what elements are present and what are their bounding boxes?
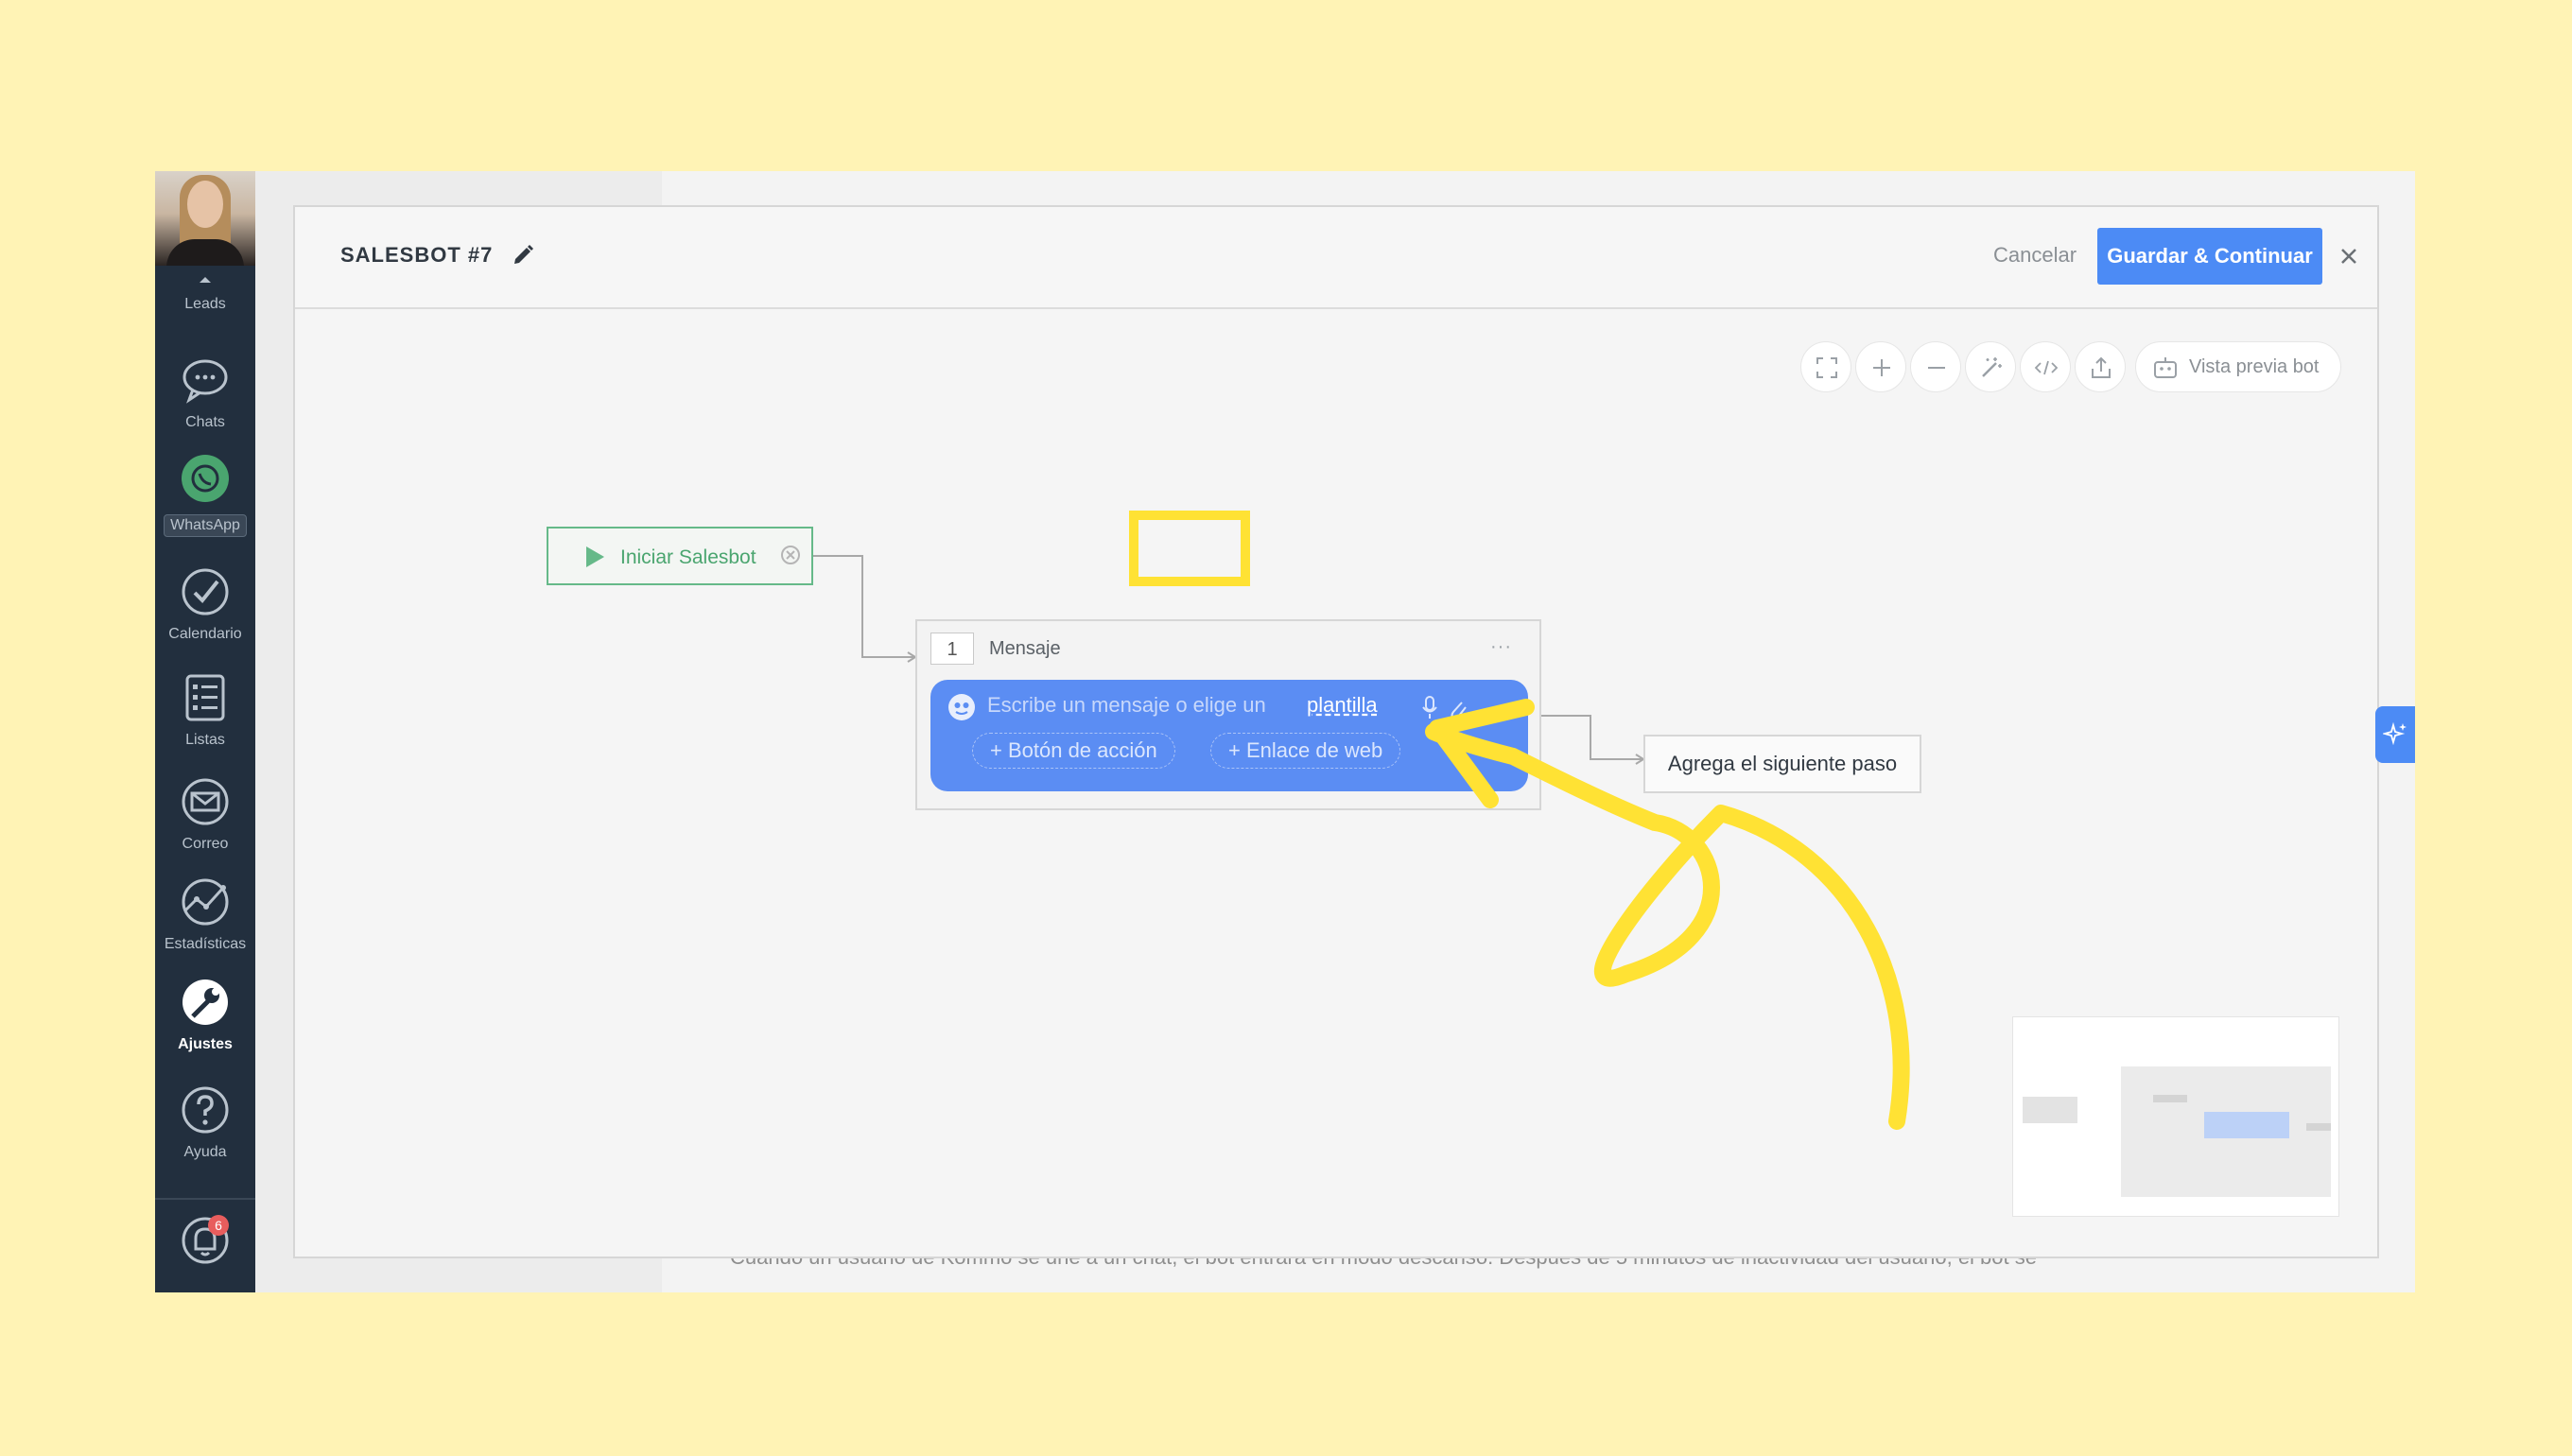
step-type-label: Mensaje bbox=[989, 638, 1061, 659]
sidebar-item-label: Leads bbox=[184, 296, 226, 312]
sidebar-item-label: Calendario bbox=[168, 626, 242, 642]
microphone-icon[interactable] bbox=[1420, 695, 1439, 721]
step-number: 1 bbox=[930, 633, 974, 665]
chat-bubble-icon bbox=[182, 359, 228, 404]
play-icon bbox=[586, 546, 604, 567]
template-link[interactable]: plantilla bbox=[1307, 693, 1378, 718]
remove-icon[interactable] bbox=[779, 544, 802, 566]
sidebar-item-correo[interactable]: Correo bbox=[155, 776, 255, 853]
bot-avatar-icon bbox=[948, 694, 975, 720]
sidebar-item-ayuda[interactable]: Ayuda bbox=[155, 1084, 255, 1161]
notifications-button[interactable]: 6 bbox=[155, 1215, 255, 1271]
template-highlight-box bbox=[1129, 511, 1250, 586]
notification-badge: 6 bbox=[208, 1215, 229, 1236]
sidebar: Leads Chats WhatsApp Calendario Listas C… bbox=[155, 171, 255, 1292]
minimap-viewport bbox=[2121, 1066, 2331, 1197]
sidebar-item-label: Correo bbox=[182, 836, 229, 852]
message-input-bubble[interactable]: Escribe un mensaje o elige un plantilla … bbox=[930, 680, 1528, 791]
calendar-check-icon bbox=[182, 568, 229, 615]
more-options-icon[interactable]: ··· bbox=[1490, 636, 1512, 658]
ai-assistant-button[interactable] bbox=[2375, 706, 2415, 763]
stats-icon bbox=[182, 878, 229, 926]
sidebar-item-listas[interactable]: Listas bbox=[155, 672, 255, 749]
sidebar-item-label: Ajustes bbox=[178, 1036, 233, 1052]
app-window: Cuando un usuario de Kommo se une a un c… bbox=[155, 171, 2415, 1292]
sidebar-divider bbox=[155, 1198, 255, 1200]
salesbot-modal: SALESBOT #7 Cancelar Guardar & Continuar bbox=[293, 205, 2379, 1258]
sidebar-item-label: WhatsApp bbox=[164, 514, 247, 537]
wrench-icon bbox=[182, 979, 228, 1025]
avatar[interactable] bbox=[155, 171, 255, 266]
sidebar-item-whatsapp[interactable]: WhatsApp bbox=[155, 453, 255, 537]
add-web-link-button[interactable]: + Enlace de web bbox=[1210, 733, 1401, 769]
minimap[interactable] bbox=[2012, 1016, 2339, 1217]
paperclip-icon[interactable] bbox=[1447, 695, 1468, 721]
leads-icon bbox=[200, 277, 211, 283]
minimap-start-node bbox=[2023, 1097, 2077, 1123]
sidebar-item-ajustes[interactable]: Ajustes bbox=[155, 977, 255, 1053]
message-step-card[interactable]: 1 Mensaje ··· Escribe un mensaje o elige… bbox=[915, 619, 1541, 810]
sidebar-item-label: Estadísticas bbox=[164, 936, 247, 952]
list-icon bbox=[185, 674, 225, 721]
sidebar-item-leads[interactable]: Leads bbox=[155, 269, 255, 313]
sidebar-item-label: Listas bbox=[185, 732, 225, 748]
sidebar-item-label: Ayuda bbox=[183, 1144, 227, 1160]
add-action-button[interactable]: + Botón de acción bbox=[972, 733, 1175, 769]
start-node-label: Iniciar Salesbot bbox=[620, 546, 756, 568]
sidebar-item-chats[interactable]: Chats bbox=[155, 355, 255, 431]
sidebar-item-calendario[interactable]: Calendario bbox=[155, 566, 255, 643]
start-salesbot-node[interactable]: Iniciar Salesbot bbox=[547, 527, 813, 585]
sidebar-item-label: Chats bbox=[185, 414, 225, 430]
help-icon bbox=[182, 1086, 229, 1134]
whatsapp-icon bbox=[182, 455, 229, 502]
mail-icon bbox=[182, 778, 229, 825]
sidebar-item-estadisticas[interactable]: Estadísticas bbox=[155, 876, 255, 953]
message-placeholder[interactable]: Escribe un mensaje o elige un bbox=[987, 693, 1266, 718]
add-next-step-button[interactable]: Agrega el siguiente paso bbox=[1643, 735, 1921, 793]
sparkles-icon bbox=[2383, 721, 2407, 746]
